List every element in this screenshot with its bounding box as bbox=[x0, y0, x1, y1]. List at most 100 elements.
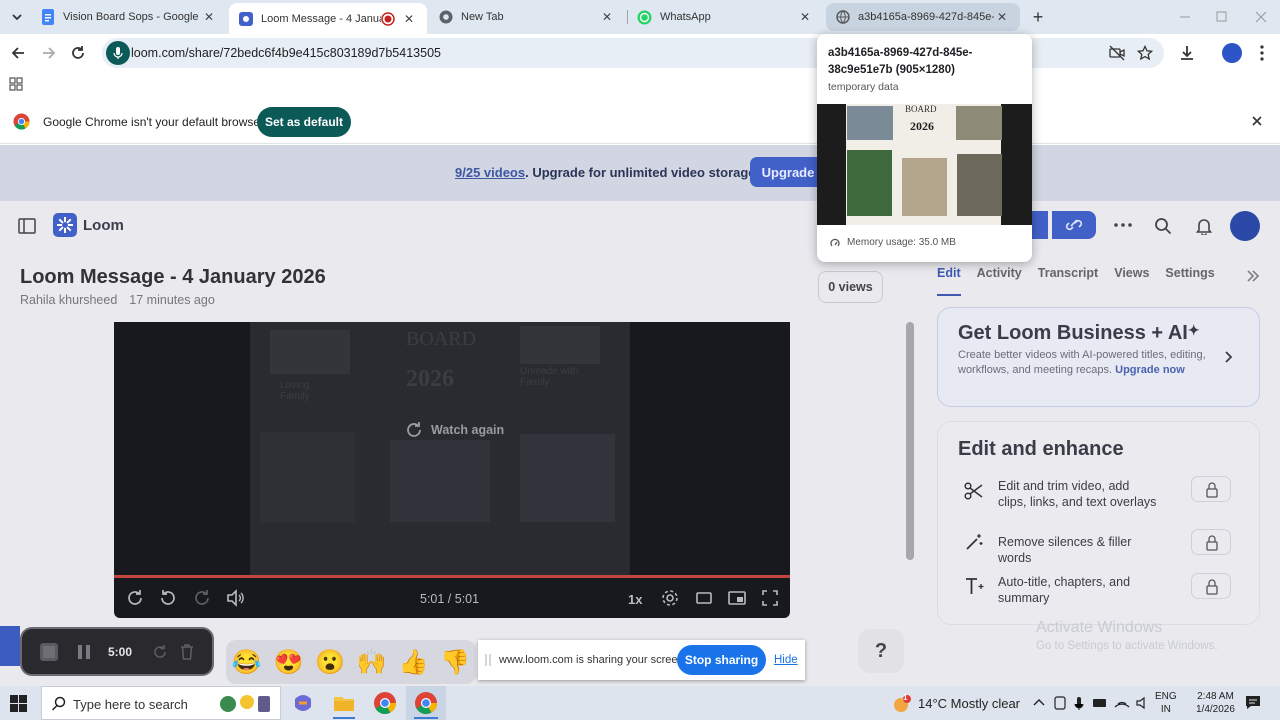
tab-settings[interactable]: Settings bbox=[1165, 266, 1214, 296]
bookmark-star-button[interactable] bbox=[1137, 45, 1153, 61]
forward-button[interactable] bbox=[40, 44, 58, 62]
back-button[interactable] bbox=[9, 44, 27, 62]
more-options-button[interactable] bbox=[1113, 218, 1133, 232]
start-button[interactable] bbox=[10, 695, 27, 712]
infobar-close-button[interactable] bbox=[1251, 115, 1263, 127]
stop-sharing-button[interactable]: Stop sharing bbox=[677, 645, 766, 675]
author-name[interactable]: Rahila khursheed bbox=[20, 293, 117, 307]
rewind-button[interactable] bbox=[158, 588, 178, 608]
chrome-taskbar-icon[interactable] bbox=[373, 691, 397, 715]
wow-reaction[interactable]: 😮 bbox=[315, 648, 345, 677]
lock-icon bbox=[1206, 482, 1218, 498]
video-title: Loom Message - 4 January 2026 bbox=[20, 266, 326, 288]
weather-text[interactable]: 14°C Mostly clear bbox=[918, 696, 1020, 711]
pause-recording-button[interactable] bbox=[76, 643, 92, 661]
user-avatar[interactable] bbox=[1230, 211, 1260, 241]
tab-loom-message[interactable]: Loom Message - 4 January ✕ bbox=[229, 3, 427, 34]
frame-unmade-family: Unmade with Family bbox=[520, 366, 579, 388]
help-button[interactable]: ? bbox=[858, 629, 904, 673]
video-count-link[interactable]: 9/25 videos bbox=[455, 165, 525, 180]
taskbar-search[interactable]: Type here to search bbox=[41, 686, 281, 720]
weather-icon[interactable] bbox=[892, 694, 912, 714]
upgrade-button[interactable]: Upgrade bbox=[750, 157, 826, 187]
minimize-button[interactable] bbox=[1176, 9, 1194, 25]
love-reaction[interactable]: 😍 bbox=[274, 648, 304, 677]
scissors-icon bbox=[964, 482, 984, 500]
tab-temporary-image[interactable]: a3b4165a-8969-427d-845e-38 ✕ bbox=[826, 3, 1020, 31]
file-explorer-icon[interactable] bbox=[332, 691, 356, 715]
loom-business-card[interactable]: Get Loom Business + AI✦ Create better vi… bbox=[937, 307, 1260, 407]
apps-button[interactable] bbox=[9, 77, 23, 91]
tab-whatsapp[interactable]: WhatsApp ✕ bbox=[627, 3, 823, 31]
theater-mode-button[interactable] bbox=[694, 588, 714, 608]
video-frame: BOARD 2026 Loving Family Unmade with Fam… bbox=[250, 322, 630, 576]
laugh-reaction[interactable]: 😂 bbox=[232, 648, 262, 677]
video-player[interactable]: BOARD 2026 Loving Family Unmade with Fam… bbox=[114, 322, 790, 618]
upgrade-now-link[interactable]: Upgrade now bbox=[1115, 364, 1185, 376]
forward-button[interactable] bbox=[192, 588, 212, 608]
copy-link-button[interactable] bbox=[1052, 211, 1096, 239]
settings-button[interactable] bbox=[660, 588, 680, 608]
restore-button[interactable] bbox=[1213, 9, 1231, 25]
close-icon[interactable]: ✕ bbox=[599, 10, 615, 24]
profile-avatar[interactable] bbox=[1222, 43, 1242, 63]
show-hidden-icons-button[interactable] bbox=[1033, 697, 1045, 707]
fullscreen-button[interactable] bbox=[760, 588, 780, 608]
language-indicator[interactable]: ENG IN bbox=[1155, 690, 1177, 716]
chrome-active-taskbar-icon[interactable] bbox=[414, 691, 438, 715]
feature-edit-trim[interactable]: Edit and trim video, add clips, links, a… bbox=[938, 474, 1261, 514]
collapse-panel-button[interactable] bbox=[1245, 269, 1261, 283]
delete-recording-button[interactable] bbox=[179, 643, 195, 661]
hide-share-bar-link[interactable]: Hide bbox=[774, 654, 798, 666]
drag-handle-icon[interactable] bbox=[485, 653, 491, 667]
page-scrollbar[interactable] bbox=[906, 322, 914, 560]
downloads-button[interactable] bbox=[1178, 44, 1196, 62]
progress-bar[interactable] bbox=[114, 575, 790, 578]
chrome-menu-button[interactable] bbox=[1254, 44, 1270, 62]
replay-button[interactable] bbox=[125, 588, 145, 608]
lock-button[interactable] bbox=[1191, 573, 1231, 599]
new-tab-button[interactable]: + bbox=[1029, 8, 1047, 26]
views-button[interactable]: 0 views bbox=[818, 271, 883, 303]
tab-activity[interactable]: Activity bbox=[977, 266, 1022, 296]
tab-transcript[interactable]: Transcript bbox=[1038, 266, 1098, 296]
lock-button[interactable] bbox=[1191, 529, 1231, 555]
tab-edit[interactable]: Edit bbox=[937, 266, 961, 296]
restart-recording-button[interactable] bbox=[152, 644, 168, 660]
watch-again-button[interactable]: Watch again bbox=[404, 420, 504, 440]
tray-icons[interactable] bbox=[1053, 695, 1149, 711]
tab-vision-board[interactable]: Vision Board Sops - Google Do ✕ bbox=[31, 3, 227, 31]
camera-blocked-button[interactable] bbox=[1109, 45, 1125, 61]
set-as-default-button[interactable]: Set as default bbox=[257, 107, 351, 137]
picture-in-picture-button[interactable] bbox=[727, 588, 747, 608]
close-icon[interactable]: ✕ bbox=[401, 12, 417, 26]
volume-button[interactable] bbox=[225, 588, 245, 608]
globe-icon bbox=[836, 10, 850, 24]
storage-banner-text: 9/25 videos. Upgrade for unlimited video… bbox=[455, 165, 760, 180]
stop-recording-button[interactable] bbox=[40, 643, 58, 661]
notifications-center-button[interactable] bbox=[1245, 695, 1261, 711]
search-button[interactable] bbox=[1154, 217, 1172, 235]
copilot-icon[interactable] bbox=[291, 691, 315, 715]
close-icon[interactable]: ✕ bbox=[201, 10, 217, 24]
tab-views[interactable]: Views bbox=[1114, 266, 1149, 296]
tab-search-button[interactable] bbox=[8, 9, 26, 25]
feature-remove-silences[interactable]: Remove silences & filler words bbox=[938, 526, 1261, 566]
close-icon[interactable]: ✕ bbox=[994, 10, 1010, 24]
share-button-partial[interactable] bbox=[1032, 211, 1048, 239]
site-info-button[interactable] bbox=[106, 41, 130, 65]
lock-button[interactable] bbox=[1191, 476, 1231, 502]
close-icon[interactable]: ✕ bbox=[797, 10, 813, 24]
playback-speed-button[interactable]: 1x bbox=[628, 592, 642, 607]
thumbs-down-reaction[interactable]: 👎 bbox=[440, 648, 470, 677]
celebrate-reaction[interactable]: 🙌 bbox=[357, 648, 387, 677]
thumbs-up-reaction[interactable]: 👍 bbox=[399, 648, 429, 677]
feature-auto-title[interactable]: Auto-title, chapters, and summary bbox=[938, 570, 1261, 610]
system-clock[interactable]: 2:48 AM 1/4/2026 bbox=[1196, 690, 1235, 716]
system-tray-icon bbox=[1054, 696, 1145, 710]
window-close-button[interactable] bbox=[1252, 9, 1270, 25]
sidebar-toggle-button[interactable] bbox=[18, 218, 36, 234]
reload-button[interactable] bbox=[69, 44, 87, 62]
tab-new-tab[interactable]: New Tab ✕ bbox=[429, 3, 625, 31]
notifications-button[interactable] bbox=[1195, 217, 1213, 235]
